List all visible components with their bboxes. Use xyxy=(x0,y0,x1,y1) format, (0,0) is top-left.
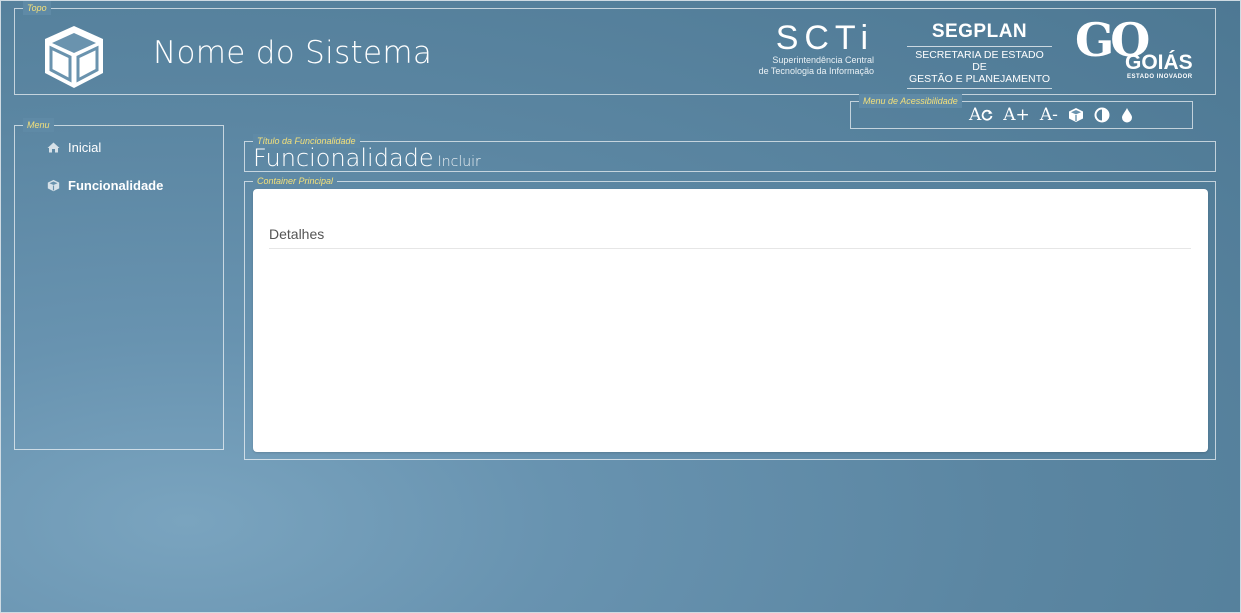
container-legend: Container Principal xyxy=(253,174,338,188)
main-container: Container Principal Detalhes xyxy=(244,174,1216,460)
scti-mark: SCTi xyxy=(775,19,874,57)
menu-item-inicial-label: Inicial xyxy=(68,140,102,155)
cube-icon xyxy=(47,179,60,192)
scti-line2: de Tecnologia da Informação xyxy=(758,66,874,76)
accessibility-tools: A A+ A- xyxy=(969,105,1134,125)
goias-logo: GO GOIÁS ESTADO INOVADOR xyxy=(1075,15,1193,87)
menu-legend: Menu xyxy=(23,118,54,132)
accessibility-menu: Menu de Acessibilidade A A+ A- xyxy=(850,94,1193,129)
goias-name: GOIÁS xyxy=(1125,51,1193,74)
goias-tagline: ESTADO INOVADOR xyxy=(1127,74,1193,80)
topo-legend: Topo xyxy=(23,1,51,15)
page-title-sub: Incluir xyxy=(437,154,481,170)
menu-item-funcionalidade[interactable]: Funcionalidade xyxy=(47,178,163,193)
cube-icon[interactable] xyxy=(1068,107,1084,123)
section-title-detalhes: Detalhes xyxy=(269,226,1191,249)
contrast-icon[interactable] xyxy=(1094,107,1110,123)
home-icon xyxy=(47,142,60,153)
font-reset-label: A xyxy=(969,105,982,125)
font-decrease-icon[interactable]: A- xyxy=(1040,105,1058,125)
segplan-divider-bottom xyxy=(907,88,1052,89)
segplan-line1: SECRETARIA DE ESTADO DE xyxy=(915,49,1044,73)
menu-item-inicial[interactable]: Inicial xyxy=(47,140,101,155)
header-topo: Topo Nome do Sistema SCTi Superintendênc… xyxy=(14,1,1216,95)
segplan-mark: SEGPLAN xyxy=(931,21,1028,42)
page-title-main: Funcionalidade xyxy=(253,144,434,172)
menu-item-funcionalidade-label: Funcionalidade xyxy=(68,178,164,193)
segplan-logo: SEGPLAN SECRETARIA DE ESTADO DE GESTÃO E… xyxy=(907,21,1052,91)
page-title: Funcionalidade Incluir xyxy=(253,144,481,176)
font-reset-icon[interactable]: A xyxy=(969,105,993,125)
scti-logo: SCTi Superintendência Central de Tecnolo… xyxy=(735,21,880,87)
scti-line1: Superintendência Central xyxy=(772,55,874,65)
accessibility-legend: Menu de Acessibilidade xyxy=(859,94,962,108)
segplan-line2: GESTÃO E PLANEJAMENTO xyxy=(908,73,1050,85)
system-name: Nome do Sistema xyxy=(153,35,433,71)
drop-icon[interactable] xyxy=(1120,107,1134,123)
content-panel: Detalhes xyxy=(253,189,1208,452)
font-increase-icon[interactable]: A+ xyxy=(1003,105,1030,125)
segplan-divider xyxy=(907,46,1052,47)
feature-title-box: Título da Funcionalidade Funcionalidade I… xyxy=(244,134,1216,172)
refresh-icon xyxy=(981,109,993,121)
cube-logo-icon xyxy=(39,23,109,91)
side-menu: Menu Inicial Funcionalidade xyxy=(14,118,224,450)
